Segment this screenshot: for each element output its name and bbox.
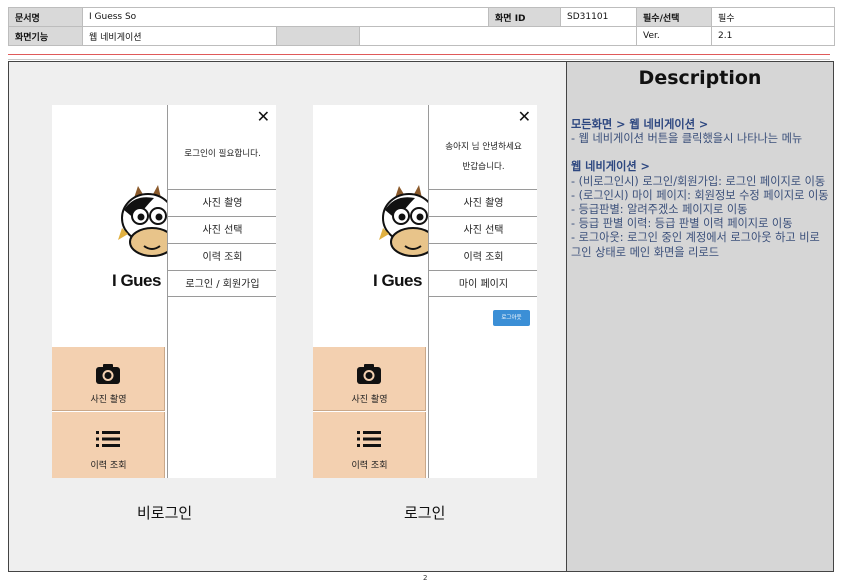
- menu-item-my-page[interactable]: 마이 페이지: [429, 270, 537, 297]
- close-icon[interactable]: ✕: [257, 107, 270, 126]
- description-panel: Description 모든화면 > 웹 네비게이션 > - 웹 네비게이션 버…: [566, 61, 834, 572]
- brand-title: I Gues: [112, 271, 161, 290]
- description-line: - 등급 판별 이력: 등급 판별 이력 페이지로 이동: [571, 217, 793, 231]
- description-line: - 로그아웃: 로그인 중인 계정에서 로그아웃 하고 비로그인 상태로 메인 …: [571, 231, 820, 259]
- screen-id-label: 화면 ID: [488, 7, 562, 27]
- list-icon: [357, 431, 381, 447]
- menu-item-history[interactable]: 이력 조회: [168, 243, 276, 270]
- description-line: - 웹 네비게이션 버튼을 클릭했을시 나타나는 메뉴: [571, 132, 803, 146]
- greeting-line-1: 송아지 님 안녕하세요: [445, 142, 522, 152]
- header-divider: [8, 54, 830, 55]
- menu-item-take-photo[interactable]: 사진 촬영: [429, 189, 537, 216]
- ver-value: 2.1: [711, 26, 836, 46]
- required-value: 필수: [711, 7, 836, 27]
- camera-icon: [357, 364, 381, 384]
- header-blank-cell: [358, 26, 638, 46]
- description-title: Description: [638, 67, 762, 89]
- phone-guest: I Gues 사진 촬영 이력 조회 ✕ 로그인이 필요합니다. 사진 촬영 사…: [52, 105, 276, 478]
- history-tile[interactable]: 이력 조회: [313, 412, 426, 478]
- section-title: 웹 네비게이션 >: [571, 160, 650, 174]
- brand-title: I Gues: [373, 271, 422, 290]
- cow-logo-icon: [118, 185, 174, 257]
- function-label: 화면기능: [8, 26, 83, 46]
- nav-drawer-member: ✕ 송아지 님 안녕하세요 반갑습니다. 사진 촬영 사진 선택 이력 조회 마…: [428, 105, 537, 478]
- description-line: - (비로그인시) 로그인/회원가입: 로그인 페이지로 이동: [571, 174, 826, 188]
- header-subdivider: [8, 59, 830, 60]
- photo-tile[interactable]: 사진 촬영: [52, 347, 165, 411]
- menu-item-login-signup[interactable]: 로그인 / 회원가입: [168, 270, 276, 297]
- login-required-message: 로그인이 필요합니다.: [184, 149, 261, 159]
- required-label: 필수/선택: [636, 7, 713, 27]
- function-value: 웹 네비게이션: [82, 26, 277, 46]
- doc-name-value: I Guess So: [81, 7, 490, 27]
- cow-logo-icon: [379, 185, 435, 257]
- description-body: 모든화면 > 웹 네비게이션 > - 웹 네비게이션 버튼을 클릭했을시 나타나…: [571, 118, 829, 260]
- photo-tile[interactable]: 사진 촬영: [313, 347, 426, 411]
- camera-icon: [96, 364, 120, 384]
- history-tile-label: 이력 조회: [351, 461, 388, 471]
- description-line: - (로그인시) 마이 페이지: 회원정보 수정 페이지로 이동: [571, 188, 829, 202]
- screen-id-value: SD31101: [560, 7, 638, 27]
- menu-item-history[interactable]: 이력 조회: [429, 243, 537, 270]
- caption-member: 로그인: [404, 504, 446, 522]
- photo-tile-label: 사진 촬영: [351, 395, 388, 405]
- menu-item-select-photo[interactable]: 사진 선택: [168, 216, 276, 243]
- menu-item-select-photo[interactable]: 사진 선택: [429, 216, 537, 243]
- history-tile-label: 이력 조회: [90, 461, 127, 471]
- logout-button[interactable]: 로그아웃: [493, 310, 530, 326]
- doc-name-label: 문서명: [8, 7, 83, 27]
- nav-drawer-guest: ✕ 로그인이 필요합니다. 사진 촬영 사진 선택 이력 조회 로그인 / 회원…: [167, 105, 276, 478]
- greeting-line-2: 반갑습니다.: [462, 162, 505, 172]
- phone-member: I Gues 사진 촬영 이력 조회 ✕ 송아지 님 안녕하세요 반갑습니다. …: [313, 105, 537, 478]
- menu-item-take-photo[interactable]: 사진 촬영: [168, 189, 276, 216]
- header-empty-cell: [276, 26, 360, 46]
- photo-tile-label: 사진 촬영: [90, 395, 127, 405]
- close-icon[interactable]: ✕: [518, 107, 531, 126]
- history-tile[interactable]: 이력 조회: [52, 412, 165, 478]
- caption-guest: 비로그인: [137, 504, 193, 522]
- document-header-table: 문서명 I Guess So 화면 ID SD31101 필수/선택 필수 화면…: [8, 7, 836, 46]
- list-icon: [96, 431, 120, 447]
- section-title: 모든화면 > 웹 네비게이션 >: [571, 118, 709, 131]
- page-number: 2: [423, 574, 428, 582]
- ver-label: Ver.: [636, 26, 713, 46]
- description-line: - 등급판별: 알려주겠소 페이지로 이동: [571, 203, 748, 217]
- spec-page: 문서명 I Guess So 화면 ID SD31101 필수/선택 필수 화면…: [0, 0, 841, 582]
